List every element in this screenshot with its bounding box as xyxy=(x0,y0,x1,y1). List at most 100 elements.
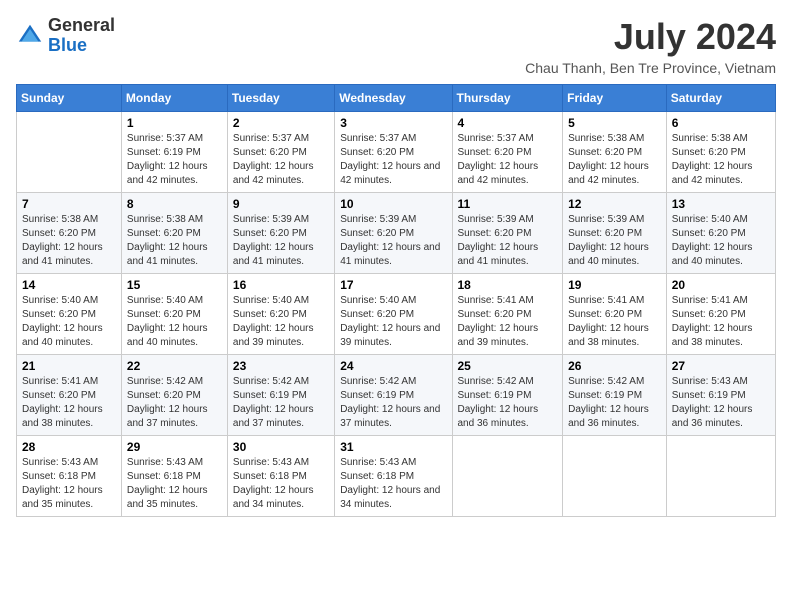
day-info: Sunrise: 5:43 AMSunset: 6:18 PMDaylight:… xyxy=(22,456,116,512)
calendar-week-row: 28 Sunrise: 5:43 AMSunset: 6:18 PMDaylig… xyxy=(17,436,776,517)
day-info: Sunrise: 5:41 AMSunset: 6:20 PMDaylight:… xyxy=(458,294,558,350)
calendar-cell: 26 Sunrise: 5:42 AMSunset: 6:19 PMDaylig… xyxy=(563,355,667,436)
logo-text: General Blue xyxy=(48,16,115,56)
day-info: Sunrise: 5:42 AMSunset: 6:20 PMDaylight:… xyxy=(127,375,222,431)
calendar-week-row: 7 Sunrise: 5:38 AMSunset: 6:20 PMDayligh… xyxy=(17,193,776,274)
day-number: 27 xyxy=(672,359,770,373)
day-number: 6 xyxy=(672,116,770,130)
day-number: 15 xyxy=(127,278,222,292)
month-year-title: July 2024 xyxy=(525,16,776,58)
day-info: Sunrise: 5:41 AMSunset: 6:20 PMDaylight:… xyxy=(22,375,116,431)
day-number: 16 xyxy=(233,278,329,292)
header-sunday: Sunday xyxy=(17,85,122,112)
day-number: 28 xyxy=(22,440,116,454)
day-number: 22 xyxy=(127,359,222,373)
day-info: Sunrise: 5:43 AMSunset: 6:19 PMDaylight:… xyxy=(672,375,770,431)
day-number: 24 xyxy=(340,359,446,373)
calendar-cell: 17 Sunrise: 5:40 AMSunset: 6:20 PMDaylig… xyxy=(335,274,452,355)
header-saturday: Saturday xyxy=(666,85,775,112)
calendar-cell: 2 Sunrise: 5:37 AMSunset: 6:20 PMDayligh… xyxy=(227,112,334,193)
day-info: Sunrise: 5:42 AMSunset: 6:19 PMDaylight:… xyxy=(340,375,446,431)
calendar-cell: 5 Sunrise: 5:38 AMSunset: 6:20 PMDayligh… xyxy=(563,112,667,193)
header-monday: Monday xyxy=(121,85,227,112)
calendar-cell: 23 Sunrise: 5:42 AMSunset: 6:19 PMDaylig… xyxy=(227,355,334,436)
day-info: Sunrise: 5:37 AMSunset: 6:19 PMDaylight:… xyxy=(127,132,222,188)
calendar-cell: 15 Sunrise: 5:40 AMSunset: 6:20 PMDaylig… xyxy=(121,274,227,355)
day-number: 29 xyxy=(127,440,222,454)
calendar-week-row: 14 Sunrise: 5:40 AMSunset: 6:20 PMDaylig… xyxy=(17,274,776,355)
calendar-week-row: 1 Sunrise: 5:37 AMSunset: 6:19 PMDayligh… xyxy=(17,112,776,193)
day-number: 3 xyxy=(340,116,446,130)
logo: General Blue xyxy=(16,16,115,56)
calendar-cell: 6 Sunrise: 5:38 AMSunset: 6:20 PMDayligh… xyxy=(666,112,775,193)
day-info: Sunrise: 5:37 AMSunset: 6:20 PMDaylight:… xyxy=(233,132,329,188)
calendar-week-row: 21 Sunrise: 5:41 AMSunset: 6:20 PMDaylig… xyxy=(17,355,776,436)
day-info: Sunrise: 5:40 AMSunset: 6:20 PMDaylight:… xyxy=(233,294,329,350)
calendar-cell: 8 Sunrise: 5:38 AMSunset: 6:20 PMDayligh… xyxy=(121,193,227,274)
title-area: July 2024 Chau Thanh, Ben Tre Province, … xyxy=(525,16,776,76)
day-number: 11 xyxy=(458,197,558,211)
calendar-cell: 25 Sunrise: 5:42 AMSunset: 6:19 PMDaylig… xyxy=(452,355,563,436)
calendar-cell: 3 Sunrise: 5:37 AMSunset: 6:20 PMDayligh… xyxy=(335,112,452,193)
calendar-table: SundayMondayTuesdayWednesdayThursdayFrid… xyxy=(16,84,776,517)
calendar-cell xyxy=(666,436,775,517)
calendar-cell: 13 Sunrise: 5:40 AMSunset: 6:20 PMDaylig… xyxy=(666,193,775,274)
day-number: 31 xyxy=(340,440,446,454)
day-number: 21 xyxy=(22,359,116,373)
day-number: 12 xyxy=(568,197,661,211)
day-info: Sunrise: 5:38 AMSunset: 6:20 PMDaylight:… xyxy=(568,132,661,188)
calendar-cell xyxy=(452,436,563,517)
day-info: Sunrise: 5:38 AMSunset: 6:20 PMDaylight:… xyxy=(672,132,770,188)
day-info: Sunrise: 5:41 AMSunset: 6:20 PMDaylight:… xyxy=(672,294,770,350)
logo-general-text: General xyxy=(48,16,115,36)
day-number: 17 xyxy=(340,278,446,292)
day-info: Sunrise: 5:39 AMSunset: 6:20 PMDaylight:… xyxy=(568,213,661,269)
day-info: Sunrise: 5:40 AMSunset: 6:20 PMDaylight:… xyxy=(340,294,446,350)
day-number: 1 xyxy=(127,116,222,130)
header-wednesday: Wednesday xyxy=(335,85,452,112)
day-number: 10 xyxy=(340,197,446,211)
calendar-cell xyxy=(17,112,122,193)
day-number: 14 xyxy=(22,278,116,292)
header-tuesday: Tuesday xyxy=(227,85,334,112)
calendar-cell: 27 Sunrise: 5:43 AMSunset: 6:19 PMDaylig… xyxy=(666,355,775,436)
calendar-cell: 19 Sunrise: 5:41 AMSunset: 6:20 PMDaylig… xyxy=(563,274,667,355)
calendar-cell: 31 Sunrise: 5:43 AMSunset: 6:18 PMDaylig… xyxy=(335,436,452,517)
day-info: Sunrise: 5:43 AMSunset: 6:18 PMDaylight:… xyxy=(340,456,446,512)
day-info: Sunrise: 5:42 AMSunset: 6:19 PMDaylight:… xyxy=(233,375,329,431)
calendar-cell: 30 Sunrise: 5:43 AMSunset: 6:18 PMDaylig… xyxy=(227,436,334,517)
day-info: Sunrise: 5:43 AMSunset: 6:18 PMDaylight:… xyxy=(127,456,222,512)
day-number: 19 xyxy=(568,278,661,292)
calendar-cell: 9 Sunrise: 5:39 AMSunset: 6:20 PMDayligh… xyxy=(227,193,334,274)
day-info: Sunrise: 5:39 AMSunset: 6:20 PMDaylight:… xyxy=(233,213,329,269)
calendar-cell: 7 Sunrise: 5:38 AMSunset: 6:20 PMDayligh… xyxy=(17,193,122,274)
calendar-cell: 28 Sunrise: 5:43 AMSunset: 6:18 PMDaylig… xyxy=(17,436,122,517)
day-number: 9 xyxy=(233,197,329,211)
day-info: Sunrise: 5:39 AMSunset: 6:20 PMDaylight:… xyxy=(340,213,446,269)
day-number: 7 xyxy=(22,197,116,211)
day-info: Sunrise: 5:38 AMSunset: 6:20 PMDaylight:… xyxy=(127,213,222,269)
calendar-cell: 14 Sunrise: 5:40 AMSunset: 6:20 PMDaylig… xyxy=(17,274,122,355)
day-number: 5 xyxy=(568,116,661,130)
day-number: 2 xyxy=(233,116,329,130)
day-info: Sunrise: 5:37 AMSunset: 6:20 PMDaylight:… xyxy=(340,132,446,188)
day-info: Sunrise: 5:37 AMSunset: 6:20 PMDaylight:… xyxy=(458,132,558,188)
calendar-cell: 12 Sunrise: 5:39 AMSunset: 6:20 PMDaylig… xyxy=(563,193,667,274)
calendar-cell: 10 Sunrise: 5:39 AMSunset: 6:20 PMDaylig… xyxy=(335,193,452,274)
calendar-cell: 22 Sunrise: 5:42 AMSunset: 6:20 PMDaylig… xyxy=(121,355,227,436)
calendar-cell: 20 Sunrise: 5:41 AMSunset: 6:20 PMDaylig… xyxy=(666,274,775,355)
day-info: Sunrise: 5:42 AMSunset: 6:19 PMDaylight:… xyxy=(568,375,661,431)
day-number: 13 xyxy=(672,197,770,211)
calendar-cell: 29 Sunrise: 5:43 AMSunset: 6:18 PMDaylig… xyxy=(121,436,227,517)
calendar-cell xyxy=(563,436,667,517)
day-number: 23 xyxy=(233,359,329,373)
calendar-cell: 24 Sunrise: 5:42 AMSunset: 6:19 PMDaylig… xyxy=(335,355,452,436)
day-number: 4 xyxy=(458,116,558,130)
day-number: 18 xyxy=(458,278,558,292)
calendar-cell: 1 Sunrise: 5:37 AMSunset: 6:19 PMDayligh… xyxy=(121,112,227,193)
day-info: Sunrise: 5:43 AMSunset: 6:18 PMDaylight:… xyxy=(233,456,329,512)
day-number: 26 xyxy=(568,359,661,373)
day-info: Sunrise: 5:42 AMSunset: 6:19 PMDaylight:… xyxy=(458,375,558,431)
calendar-header-row: SundayMondayTuesdayWednesdayThursdayFrid… xyxy=(17,85,776,112)
day-info: Sunrise: 5:41 AMSunset: 6:20 PMDaylight:… xyxy=(568,294,661,350)
